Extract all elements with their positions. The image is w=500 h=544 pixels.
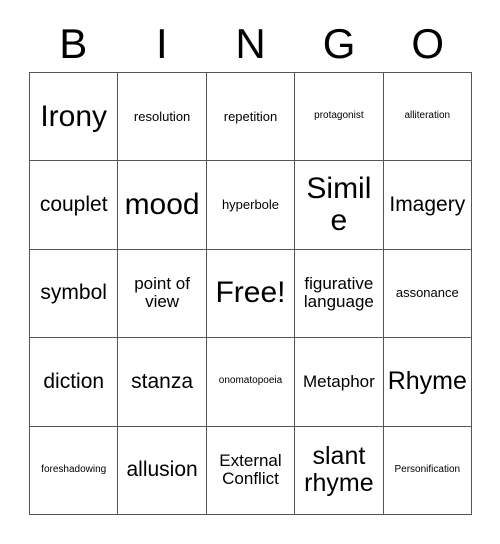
- bingo-header-letter-o: O: [411, 20, 445, 67]
- bingo-cell-label: slant rhyme: [304, 442, 374, 498]
- bingo-card: B I N G O Irony resolution repetition pr…: [0, 0, 500, 544]
- bingo-cell[interactable]: protagonist: [295, 73, 384, 162]
- bingo-cell-label: Metaphor: [302, 371, 375, 391]
- bingo-cell-label: allusion: [126, 457, 198, 481]
- bingo-cell[interactable]: hyperbole: [206, 161, 296, 250]
- bingo-cell[interactable]: symbol: [30, 249, 119, 339]
- bingo-cell[interactable]: point of view: [118, 249, 207, 339]
- bingo-cell[interactable]: Simile: [295, 161, 384, 250]
- bingo-cell[interactable]: Rhyme: [383, 338, 472, 427]
- bingo-cell-label: stanza: [131, 369, 194, 393]
- bingo-cell-label: couplet: [39, 192, 108, 216]
- bingo-cell[interactable]: assonance: [383, 249, 472, 339]
- bingo-cell-label: Irony: [40, 99, 108, 133]
- bingo-cell-label: repetition: [223, 108, 278, 124]
- bingo-cell-label: assonance: [395, 285, 459, 301]
- bingo-header-letter-b: B: [59, 20, 88, 67]
- bingo-header-letter-g: G: [322, 20, 356, 67]
- bingo-cell-label: symbol: [40, 281, 107, 305]
- bingo-cell[interactable]: mood: [118, 161, 207, 250]
- bingo-cell-free[interactable]: Free!: [206, 249, 296, 339]
- bingo-cell-label: hyperbole: [221, 197, 280, 213]
- bingo-cell-label: diction: [43, 369, 105, 393]
- bingo-cell[interactable]: onomatopoeia: [206, 338, 296, 427]
- bingo-grid: Irony resolution repetition protagonist …: [29, 72, 472, 515]
- bingo-cell[interactable]: repetition: [206, 73, 296, 162]
- bingo-cell-label: figurative language: [303, 274, 374, 312]
- bingo-cell[interactable]: slant rhyme: [295, 426, 384, 515]
- bingo-cell[interactable]: Metaphor: [295, 338, 384, 427]
- bingo-cell-label: Imagery: [389, 192, 466, 216]
- bingo-cell-label: onomatopoeia: [218, 375, 283, 387]
- bingo-cell-label: mood: [124, 187, 200, 221]
- bingo-header-row: B I N G O: [29, 16, 472, 72]
- bingo-cell[interactable]: Personification: [383, 426, 472, 515]
- bingo-cell[interactable]: allusion: [118, 426, 207, 515]
- bingo-cell[interactable]: couplet: [30, 161, 119, 250]
- bingo-cell-label: alliteration: [404, 110, 451, 122]
- bingo-cell-label: foreshadowing: [41, 463, 107, 475]
- bingo-cell-label: resolution: [133, 108, 191, 124]
- bingo-cell[interactable]: alliteration: [383, 73, 472, 162]
- bingo-cell[interactable]: figurative language: [295, 249, 384, 339]
- bingo-cell[interactable]: resolution: [118, 73, 207, 162]
- bingo-cell-label: Rhyme: [387, 367, 467, 396]
- bingo-cell[interactable]: Irony: [30, 73, 119, 162]
- bingo-cell[interactable]: stanza: [118, 338, 207, 427]
- bingo-header-letter-i: I: [156, 20, 168, 67]
- bingo-cell-label: Free!: [215, 276, 286, 310]
- bingo-header-letter-n: N: [235, 20, 266, 67]
- bingo-cell-label: protagonist: [314, 110, 364, 122]
- bingo-cell-label: point of view: [134, 274, 190, 312]
- bingo-cell[interactable]: foreshadowing: [30, 426, 119, 515]
- bingo-cell-label: Simile: [306, 171, 372, 238]
- bingo-cell[interactable]: Imagery: [383, 161, 472, 250]
- bingo-cell[interactable]: External Conflict: [206, 426, 296, 515]
- bingo-cell-label: External Conflict: [219, 450, 282, 489]
- bingo-cell-label: Personification: [394, 463, 461, 475]
- bingo-cell[interactable]: diction: [30, 338, 119, 427]
